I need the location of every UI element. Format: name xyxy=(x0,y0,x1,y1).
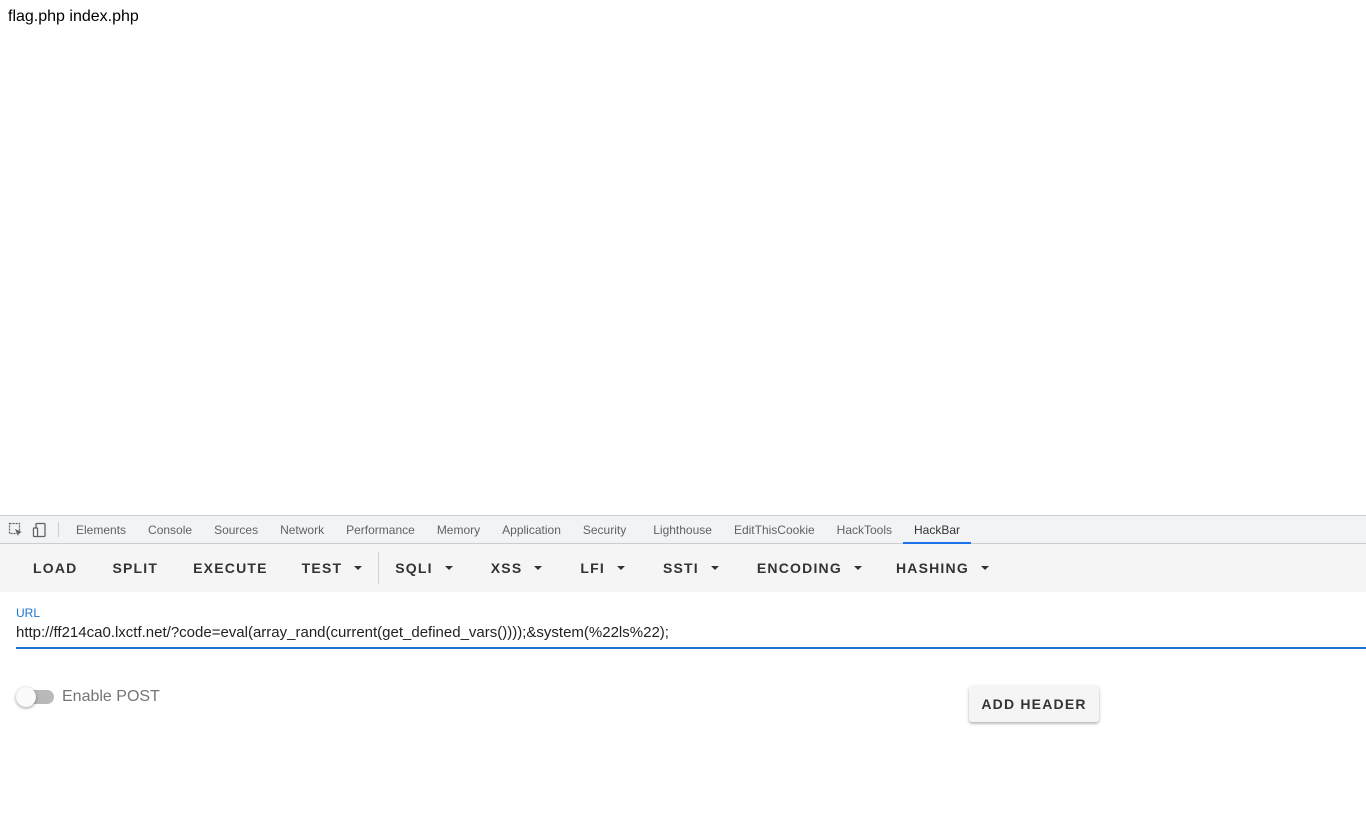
ssti-menu-button[interactable]: SSTI xyxy=(641,550,735,586)
tab-console[interactable]: Console xyxy=(137,516,203,543)
chevron-down-icon xyxy=(354,566,363,570)
ssti-button-label: SSTI xyxy=(662,560,699,576)
xss-menu-button[interactable]: XSS xyxy=(469,550,559,586)
tabbar-divider xyxy=(58,522,59,537)
execute-button-label: EXECUTE xyxy=(193,560,268,576)
hackbar-toolbar: LOAD SPLIT EXECUTE TEST SQLI XSS LFI SST… xyxy=(0,544,1366,592)
test-button-label: TEST xyxy=(301,560,343,576)
url-field-group: URL xyxy=(16,606,1366,649)
page-output-text: flag.php index.php xyxy=(8,8,139,25)
enable-post-toggle[interactable] xyxy=(16,687,54,707)
chevron-down-icon xyxy=(853,566,862,570)
tab-elements[interactable]: Elements xyxy=(65,516,137,543)
hashing-menu-button[interactable]: HASHING xyxy=(878,550,1005,586)
split-button[interactable]: SPLIT xyxy=(93,550,177,586)
url-label: URL xyxy=(16,606,41,620)
test-menu-button[interactable]: TEST xyxy=(284,550,379,586)
tab-hackbar[interactable]: HackBar xyxy=(903,516,972,544)
inspect-element-icon[interactable] xyxy=(4,516,28,543)
chevron-down-icon xyxy=(980,566,989,570)
sqli-button-label: SQLI xyxy=(395,560,433,576)
chevron-down-icon xyxy=(444,566,453,570)
tab-application[interactable]: Application xyxy=(491,516,572,543)
chevron-down-icon xyxy=(616,566,625,570)
tab-security[interactable]: Security xyxy=(572,516,642,543)
lfi-menu-button[interactable]: LFI xyxy=(558,550,641,586)
tab-hacktools[interactable]: HackTools xyxy=(826,516,903,543)
encoding-menu-button[interactable]: ENCODING xyxy=(735,550,878,586)
hashing-button-label: HASHING xyxy=(895,560,969,576)
devtools-panel: Elements Console Sources Network Perform… xyxy=(0,515,1366,816)
encoding-button-label: ENCODING xyxy=(756,560,842,576)
sqli-menu-button[interactable]: SQLI xyxy=(379,550,468,586)
add-header-button[interactable]: ADD HEADER xyxy=(969,686,1099,722)
add-header-button-label: ADD HEADER xyxy=(981,696,1087,712)
lfi-button-label: LFI xyxy=(580,560,605,576)
tab-performance[interactable]: Performance xyxy=(335,516,426,543)
tab-lighthouse[interactable]: Lighthouse xyxy=(642,516,723,543)
load-button-label: LOAD xyxy=(33,560,78,576)
toggle-thumb xyxy=(16,687,36,707)
enable-post-label: Enable POST xyxy=(62,688,160,705)
split-button-label: SPLIT xyxy=(112,560,159,576)
tab-sources[interactable]: Sources xyxy=(203,516,269,543)
tab-memory[interactable]: Memory xyxy=(426,516,491,543)
tab-editthiscookie[interactable]: EditThisCookie xyxy=(723,516,826,543)
xss-button-label: XSS xyxy=(490,560,523,576)
tab-network[interactable]: Network xyxy=(269,516,335,543)
enable-post-row: Enable POST xyxy=(16,687,160,707)
chevron-down-icon xyxy=(710,566,719,570)
device-toolbar-icon[interactable] xyxy=(28,516,52,543)
url-input[interactable] xyxy=(16,624,1366,649)
devtools-tabbar: Elements Console Sources Network Perform… xyxy=(0,516,1366,544)
execute-button[interactable]: EXECUTE xyxy=(177,550,284,586)
load-button[interactable]: LOAD xyxy=(17,550,93,586)
chevron-down-icon xyxy=(534,566,543,570)
